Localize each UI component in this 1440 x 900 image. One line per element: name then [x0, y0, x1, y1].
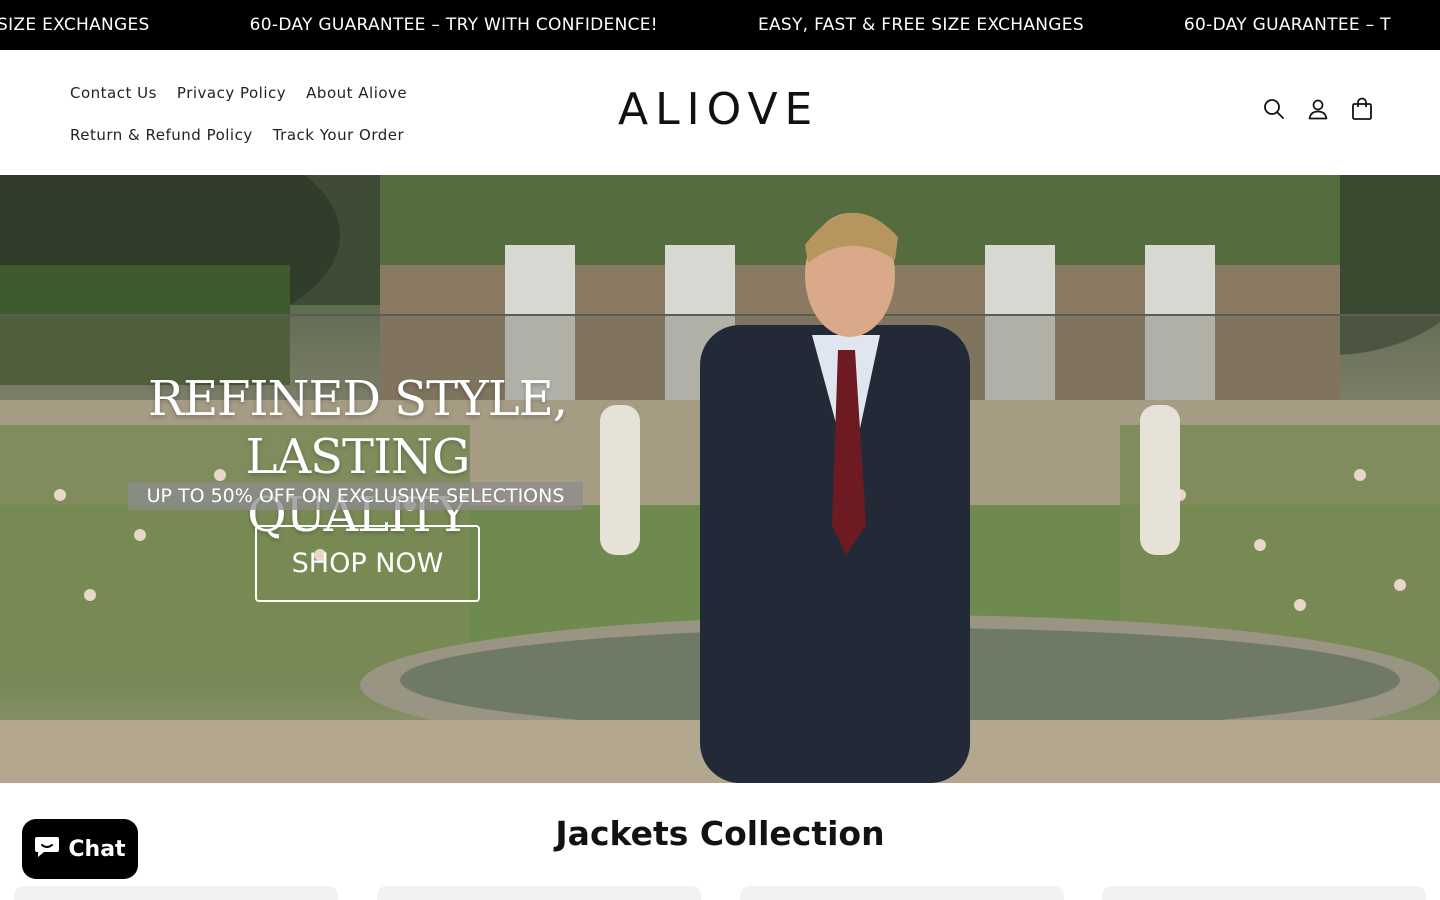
product-card[interactable]: [740, 886, 1064, 900]
nav-about-aliove[interactable]: About Aliove: [296, 72, 417, 114]
shop-now-button[interactable]: SHOP NOW: [255, 525, 480, 602]
product-card[interactable]: [1102, 886, 1426, 900]
site-header: Contact Us Privacy Policy About Aliove R…: [0, 50, 1440, 175]
chat-button[interactable]: Chat: [22, 819, 138, 879]
product-card[interactable]: [14, 886, 338, 900]
nav-return-refund-policy[interactable]: Return & Refund Policy: [60, 114, 263, 156]
hero-subline: UP TO 50% OFF ON EXCLUSIVE SELECTIONS: [128, 482, 583, 510]
announcement-track: SIZE EXCHANGES 60-DAY GUARANTEE – TRY WI…: [0, 0, 1440, 50]
nav-contact-us[interactable]: Contact Us: [60, 72, 167, 114]
collection-title: Jackets Collection: [555, 814, 885, 853]
main-nav: Contact Us Privacy Policy About Aliove R…: [60, 72, 460, 156]
chat-label: Chat: [68, 836, 126, 862]
search-icon[interactable]: [1262, 97, 1286, 121]
product-card[interactable]: [377, 886, 701, 900]
announcement-item: EASY, FAST & FREE SIZE EXCHANGES: [757, 15, 1084, 35]
cart-icon[interactable]: [1350, 97, 1374, 121]
site-logo[interactable]: ALIOVE: [618, 86, 812, 134]
account-icon[interactable]: [1306, 97, 1330, 121]
announcement-item: 60-DAY GUARANTEE – TRY WITH CONFIDENCE!: [249, 15, 658, 35]
announcement-item: 60-DAY GUARANTEE – T: [1183, 15, 1391, 35]
chat-bubble-icon: [34, 834, 60, 864]
nav-privacy-policy[interactable]: Privacy Policy: [167, 72, 296, 114]
hero-banner[interactable]: REFINED STYLE, LASTING QUALITY UP TO 50%…: [0, 175, 1440, 783]
announcement-bar: SIZE EXCHANGES 60-DAY GUARANTEE – TRY WI…: [0, 0, 1440, 50]
announcement-item: SIZE EXCHANGES: [0, 15, 150, 35]
hero-headline-line-1: REFINED STYLE,: [148, 371, 568, 427]
nav-track-your-order[interactable]: Track Your Order: [263, 114, 414, 156]
product-grid: [14, 886, 1426, 900]
hero-headline: REFINED STYLE, LASTING QUALITY: [130, 370, 585, 544]
header-icons: [1262, 97, 1374, 121]
